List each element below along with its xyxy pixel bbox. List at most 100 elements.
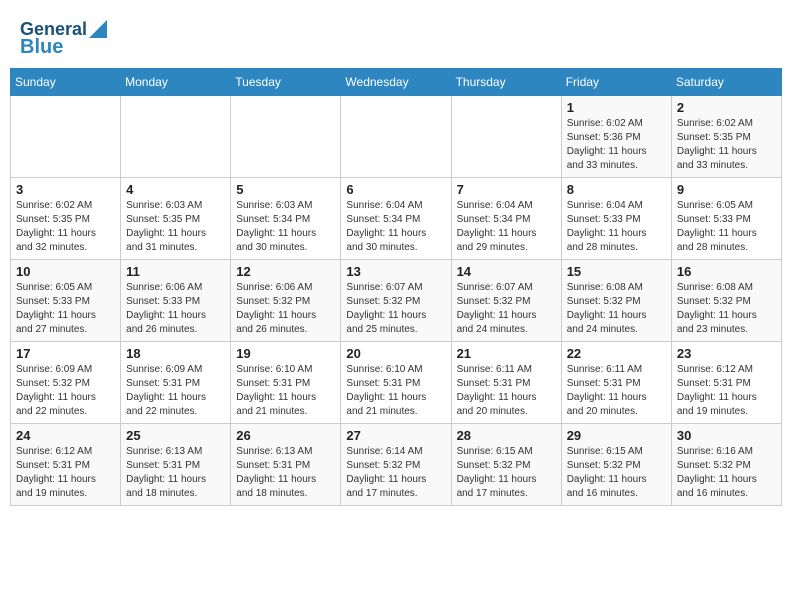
day-cell-29: 29Sunrise: 6:15 AMSunset: 5:32 PMDayligh… xyxy=(561,423,671,505)
day-info: Sunrise: 6:15 AMSunset: 5:32 PMDaylight:… xyxy=(567,445,666,501)
day-cell-4: 4 Sunrise: 6:03 AMSunset: 5:35 PMDaylight… xyxy=(121,177,231,259)
empty-cell xyxy=(451,95,561,177)
day-number: 5 xyxy=(236,182,335,197)
logo-triangle-icon xyxy=(89,20,107,38)
day-info: Sunrise: 6:04 AMSunset: 5:34 PMDaylight:… xyxy=(346,199,445,255)
col-header-wednesday: Wednesday xyxy=(341,68,451,95)
day-cell-21: 21 Sunrise: 6:11 AMSunset: 5:31 PMDayligh… xyxy=(451,341,561,423)
week-row-3: 10Sunrise: 6:05 AMSunset: 5:33 PMDayligh… xyxy=(11,259,782,341)
empty-cell xyxy=(121,95,231,177)
day-info: Sunrise: 6:05 AMSunset: 5:33 PMDaylight:… xyxy=(677,199,776,255)
day-number: 10 xyxy=(16,264,115,279)
day-number: 24 xyxy=(16,428,115,443)
day-number: 23 xyxy=(677,346,776,361)
day-number: 15 xyxy=(567,264,666,279)
day-cell-15: 15 Sunrise: 6:08 AMSunset: 5:32 PMDayligh… xyxy=(561,259,671,341)
day-number: 1 xyxy=(567,100,666,115)
day-cell-12: 12 Sunrise: 6:06 AMSunset: 5:32 PMDayligh… xyxy=(231,259,341,341)
day-cell-28: 28Sunrise: 6:15 AMSunset: 5:32 PMDayligh… xyxy=(451,423,561,505)
day-number: 3 xyxy=(16,182,115,197)
day-info: Sunrise: 6:10 AMSunset: 5:31 PMDaylight:… xyxy=(346,363,445,419)
day-number: 11 xyxy=(126,264,225,279)
day-cell-30: 30Sunrise: 6:16 AMSunset: 5:32 PMDayligh… xyxy=(671,423,781,505)
day-cell-26: 26 Sunrise: 6:13 AMSunset: 5:31 PMDayligh… xyxy=(231,423,341,505)
day-info: Sunrise: 6:13 AMSunset: 5:31 PMDaylight:… xyxy=(126,445,225,501)
day-cell-13: 13 Sunrise: 6:07 AMSunset: 5:32 PMDayligh… xyxy=(341,259,451,341)
day-number: 14 xyxy=(457,264,556,279)
day-info: Sunrise: 6:15 AMSunset: 5:32 PMDaylight:… xyxy=(457,445,556,501)
day-info: Sunrise: 6:09 AMSunset: 5:32 PMDaylight:… xyxy=(16,363,115,419)
day-number: 8 xyxy=(567,182,666,197)
day-info: Sunrise: 6:04 AMSunset: 5:34 PMDaylight:… xyxy=(457,199,556,255)
day-number: 7 xyxy=(457,182,556,197)
day-cell-16: 16 Sunrise: 6:08 AMSunset: 5:32 PMDayligh… xyxy=(671,259,781,341)
col-header-tuesday: Tuesday xyxy=(231,68,341,95)
day-info: Sunrise: 6:08 AMSunset: 5:32 PMDaylight:… xyxy=(567,281,666,337)
day-number: 18 xyxy=(126,346,225,361)
day-number: 4 xyxy=(126,182,225,197)
week-row-4: 17 Sunrise: 6:09 AMSunset: 5:32 PMDayligh… xyxy=(11,341,782,423)
day-number: 17 xyxy=(16,346,115,361)
col-header-sunday: Sunday xyxy=(11,68,121,95)
day-cell-19: 19 Sunrise: 6:10 AMSunset: 5:31 PMDayligh… xyxy=(231,341,341,423)
empty-cell xyxy=(231,95,341,177)
day-info: Sunrise: 6:03 AMSunset: 5:34 PMDaylight:… xyxy=(236,199,335,255)
day-info: Sunrise: 6:02 AMSunset: 5:35 PMDaylight:… xyxy=(677,117,776,173)
day-number: 21 xyxy=(457,346,556,361)
empty-cell xyxy=(341,95,451,177)
day-number: 19 xyxy=(236,346,335,361)
day-info: Sunrise: 6:02 AMSunset: 5:35 PMDaylight:… xyxy=(16,199,115,255)
day-info: Sunrise: 6:09 AMSunset: 5:31 PMDaylight:… xyxy=(126,363,225,419)
day-info: Sunrise: 6:12 AMSunset: 5:31 PMDaylight:… xyxy=(16,445,115,501)
day-cell-25: 25 Sunrise: 6:13 AMSunset: 5:31 PMDayligh… xyxy=(121,423,231,505)
day-cell-17: 17 Sunrise: 6:09 AMSunset: 5:32 PMDayligh… xyxy=(11,341,121,423)
week-row-2: 3 Sunrise: 6:02 AMSunset: 5:35 PMDaylight… xyxy=(11,177,782,259)
day-cell-7: 7 Sunrise: 6:04 AMSunset: 5:34 PMDaylight… xyxy=(451,177,561,259)
day-info: Sunrise: 6:12 AMSunset: 5:31 PMDaylight:… xyxy=(677,363,776,419)
day-cell-14: 14 Sunrise: 6:07 AMSunset: 5:32 PMDayligh… xyxy=(451,259,561,341)
day-number: 12 xyxy=(236,264,335,279)
week-row-1: 1 Sunrise: 6:02 AMSunset: 5:36 PMDaylight… xyxy=(11,95,782,177)
day-info: Sunrise: 6:13 AMSunset: 5:31 PMDaylight:… xyxy=(236,445,335,501)
day-number: 25 xyxy=(126,428,225,443)
day-cell-3: 3 Sunrise: 6:02 AMSunset: 5:35 PMDaylight… xyxy=(11,177,121,259)
logo: General Blue xyxy=(20,20,107,58)
day-info: Sunrise: 6:06 AMSunset: 5:33 PMDaylight:… xyxy=(126,281,225,337)
day-info: Sunrise: 6:07 AMSunset: 5:32 PMDaylight:… xyxy=(457,281,556,337)
day-info: Sunrise: 6:07 AMSunset: 5:32 PMDaylight:… xyxy=(346,281,445,337)
day-number: 22 xyxy=(567,346,666,361)
calendar-table: SundayMondayTuesdayWednesdayThursdayFrid… xyxy=(10,68,782,506)
day-number: 27 xyxy=(346,428,445,443)
day-number: 26 xyxy=(236,428,335,443)
day-cell-20: 20 Sunrise: 6:10 AMSunset: 5:31 PMDayligh… xyxy=(341,341,451,423)
day-number: 20 xyxy=(346,346,445,361)
day-cell-10: 10Sunrise: 6:05 AMSunset: 5:33 PMDayligh… xyxy=(11,259,121,341)
logo-blue: Blue xyxy=(20,36,63,58)
day-cell-5: 5 Sunrise: 6:03 AMSunset: 5:34 PMDaylight… xyxy=(231,177,341,259)
day-cell-11: 11 Sunrise: 6:06 AMSunset: 5:33 PMDayligh… xyxy=(121,259,231,341)
col-header-friday: Friday xyxy=(561,68,671,95)
day-number: 30 xyxy=(677,428,776,443)
day-cell-1: 1 Sunrise: 6:02 AMSunset: 5:36 PMDaylight… xyxy=(561,95,671,177)
day-info: Sunrise: 6:03 AMSunset: 5:35 PMDaylight:… xyxy=(126,199,225,255)
day-info: Sunrise: 6:06 AMSunset: 5:32 PMDaylight:… xyxy=(236,281,335,337)
day-info: Sunrise: 6:04 AMSunset: 5:33 PMDaylight:… xyxy=(567,199,666,255)
day-cell-2: 2Sunrise: 6:02 AMSunset: 5:35 PMDaylight… xyxy=(671,95,781,177)
day-info: Sunrise: 6:14 AMSunset: 5:32 PMDaylight:… xyxy=(346,445,445,501)
day-number: 16 xyxy=(677,264,776,279)
day-number: 9 xyxy=(677,182,776,197)
day-cell-8: 8 Sunrise: 6:04 AMSunset: 5:33 PMDaylight… xyxy=(561,177,671,259)
week-row-5: 24 Sunrise: 6:12 AMSunset: 5:31 PMDayligh… xyxy=(11,423,782,505)
day-info: Sunrise: 6:10 AMSunset: 5:31 PMDaylight:… xyxy=(236,363,335,419)
day-number: 13 xyxy=(346,264,445,279)
day-cell-23: 23 Sunrise: 6:12 AMSunset: 5:31 PMDayligh… xyxy=(671,341,781,423)
day-info: Sunrise: 6:02 AMSunset: 5:36 PMDaylight:… xyxy=(567,117,666,173)
header-row: SundayMondayTuesdayWednesdayThursdayFrid… xyxy=(11,68,782,95)
day-info: Sunrise: 6:08 AMSunset: 5:32 PMDaylight:… xyxy=(677,281,776,337)
day-cell-22: 22Sunrise: 6:11 AMSunset: 5:31 PMDayligh… xyxy=(561,341,671,423)
empty-cell xyxy=(11,95,121,177)
day-info: Sunrise: 6:11 AMSunset: 5:31 PMDaylight:… xyxy=(457,363,556,419)
day-cell-9: 9 Sunrise: 6:05 AMSunset: 5:33 PMDaylight… xyxy=(671,177,781,259)
page-header: General Blue xyxy=(10,10,782,63)
col-header-monday: Monday xyxy=(121,68,231,95)
